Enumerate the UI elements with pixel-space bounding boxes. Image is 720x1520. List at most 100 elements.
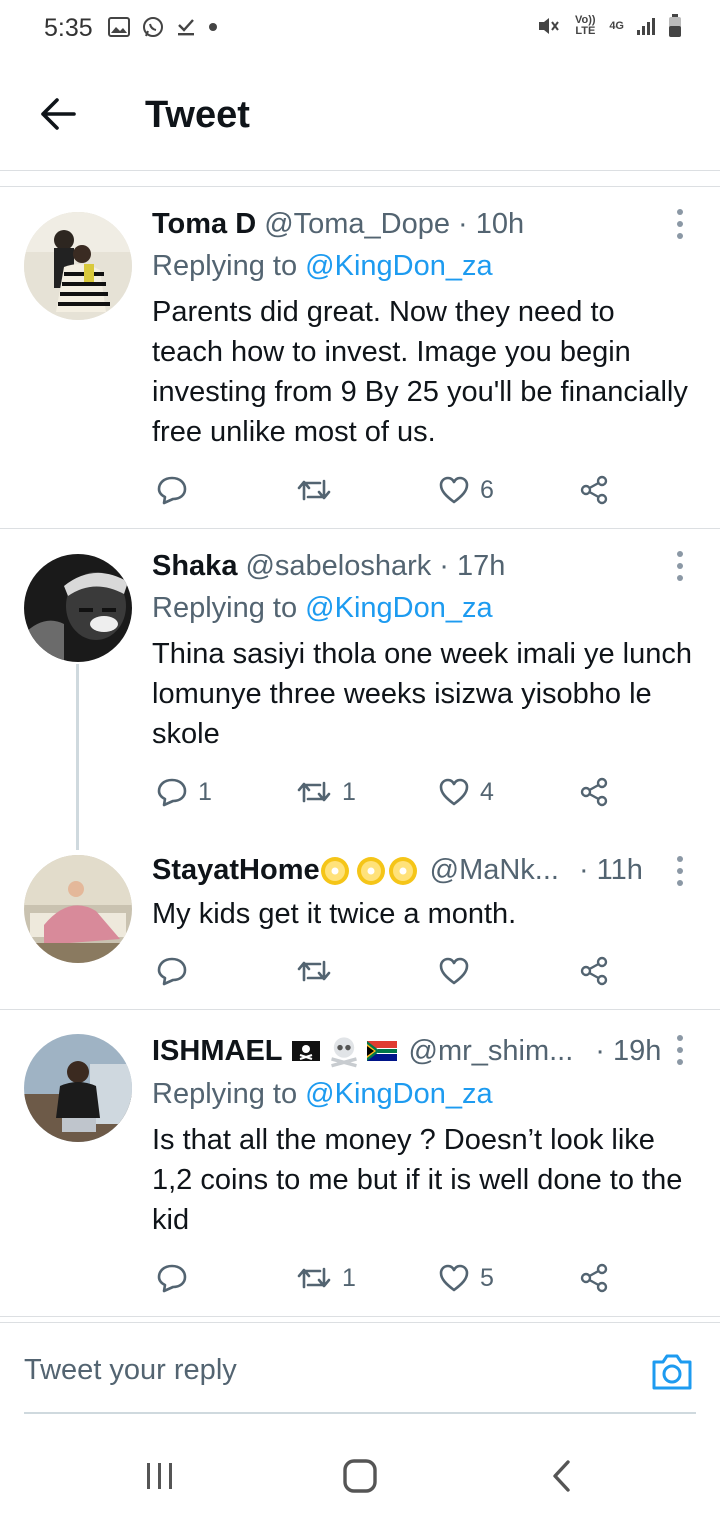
tweet-time: · 17h [439,550,506,582]
recent-apps-button[interactable] [138,1454,182,1498]
camera-button[interactable] [650,1352,694,1396]
skull-crossbones-emoji [330,1037,357,1068]
heart-icon [439,476,469,504]
retweet-button[interactable]: 1 [296,772,356,812]
more-options-button[interactable] [668,204,692,244]
mention-link[interactable]: @KingDon_za [305,250,492,282]
download-done-icon [176,17,196,37]
reply-count: 1 [198,777,212,806]
share-icon [580,777,608,807]
tweet[interactable]: Shaka @sabeloshark · 17h Replying to @Ki… [0,529,720,829]
tweet[interactable]: ISHMAEL @mr_shim... · 19h Replying to @K… [0,1010,720,1318]
display-name[interactable]: StayatHome [152,854,320,887]
user-handle[interactable]: @MaNk... [430,854,559,887]
reply-bar: Tweet your reply [0,1322,720,1422]
reply-button[interactable] [156,470,198,510]
network-4g-icon: 4G [609,19,624,32]
dvd-emoji [320,856,349,885]
share-button[interactable] [578,951,610,991]
share-button[interactable] [578,1258,610,1298]
back-icon [553,1460,570,1492]
reply-icon [157,1264,187,1293]
replying-prefix: Replying to [152,1078,298,1110]
retweet-button[interactable] [296,951,342,991]
avatar[interactable] [24,554,132,662]
more-options-button[interactable] [668,546,692,586]
user-handle[interactable]: @Toma_Dope [264,208,450,241]
tweet-time: · 11h [578,854,643,886]
volte-icon: Vo)) LTE [575,14,596,37]
reply-icon [157,778,187,807]
reply-button[interactable]: 1 [156,772,212,812]
back-button[interactable] [36,92,80,136]
tweet-time: · 10h [458,208,525,240]
header-divider [0,170,720,171]
reply-button[interactable] [156,951,198,991]
arrow-left-icon [41,98,76,130]
share-icon [580,475,608,505]
tweet-actions: 6 [152,470,632,510]
nav-back-button[interactable] [540,1454,584,1498]
share-icon [580,1263,608,1293]
tweet-text: Is that all the money ? Doesn’t look lik… [152,1124,683,1236]
like-button[interactable] [438,951,480,991]
camera-icon [652,1354,692,1390]
whatsapp-icon [142,16,164,38]
tweet[interactable]: Toma D @Toma_Dope · 10h Replying to @Kin… [0,186,720,528]
status-time: 5:35 [44,14,93,42]
replying-prefix: Replying to [152,592,298,624]
user-handle[interactable]: @mr_shim... [409,1035,574,1068]
like-count: 4 [480,777,494,806]
tweet[interactable]: StayatHome @MaNk... · 11h My kids get it… [0,850,720,1008]
recent-apps-icon [147,1463,172,1489]
share-button[interactable] [578,772,610,812]
display-name[interactable]: Shaka [152,550,237,583]
replying-to: Replying to @KingDon_za [152,1078,493,1111]
avatar[interactable] [24,1034,132,1142]
replying-to: Replying to @KingDon_za [152,250,493,283]
retweet-button[interactable] [296,470,342,510]
like-button[interactable]: 4 [438,772,494,812]
like-button[interactable]: 6 [438,470,494,510]
tweet-divider [0,1316,720,1317]
tweet-text: Parents did great. Now they need to teac… [152,296,688,448]
share-icon [580,956,608,986]
home-button[interactable] [338,1454,382,1498]
retweet-button[interactable]: 1 [296,1258,356,1298]
tweet-text: Thina sasiyi thola one week imali ye lun… [152,638,692,750]
like-count: 5 [480,1263,494,1292]
app-header: Tweet [0,62,720,170]
display-name[interactable]: ISHMAEL [152,1035,283,1068]
mention-link[interactable]: @KingDon_za [305,592,492,624]
avatar[interactable] [24,212,132,320]
retweet-icon [297,960,331,982]
heart-icon [439,778,469,806]
retweet-icon [297,781,331,803]
like-button[interactable]: 5 [438,1258,494,1298]
reply-input[interactable]: Tweet your reply [24,1354,237,1387]
user-handle[interactable]: @sabeloshark [245,550,431,583]
status-bar: 5:35 Vo)) LTE 4G [0,0,720,62]
tweet-header: StayatHome @MaNk... · 11h [152,854,643,887]
tweet-actions: 1 5 [152,1258,632,1298]
tweet-actions: 1 1 4 [152,772,632,812]
display-name[interactable]: Toma D [152,208,256,241]
battery-icon [668,14,682,38]
share-button[interactable] [578,470,610,510]
tweet-actions [152,951,632,991]
reply-icon [157,957,187,986]
reply-icon [157,476,187,505]
mute-icon [537,15,561,37]
mention-link[interactable]: @KingDon_za [305,1078,492,1110]
reply-button[interactable] [156,1258,198,1298]
retweet-count: 1 [342,1263,356,1292]
retweet-icon [297,479,331,501]
heart-icon [439,1264,469,1292]
more-options-button[interactable] [668,851,692,891]
avatar[interactable] [24,855,132,963]
page-title: Tweet [145,94,250,136]
more-options-button[interactable] [668,1030,692,1070]
dvd-emoji [356,856,385,885]
replying-to: Replying to @KingDon_za [152,592,493,625]
home-icon [343,1459,377,1493]
